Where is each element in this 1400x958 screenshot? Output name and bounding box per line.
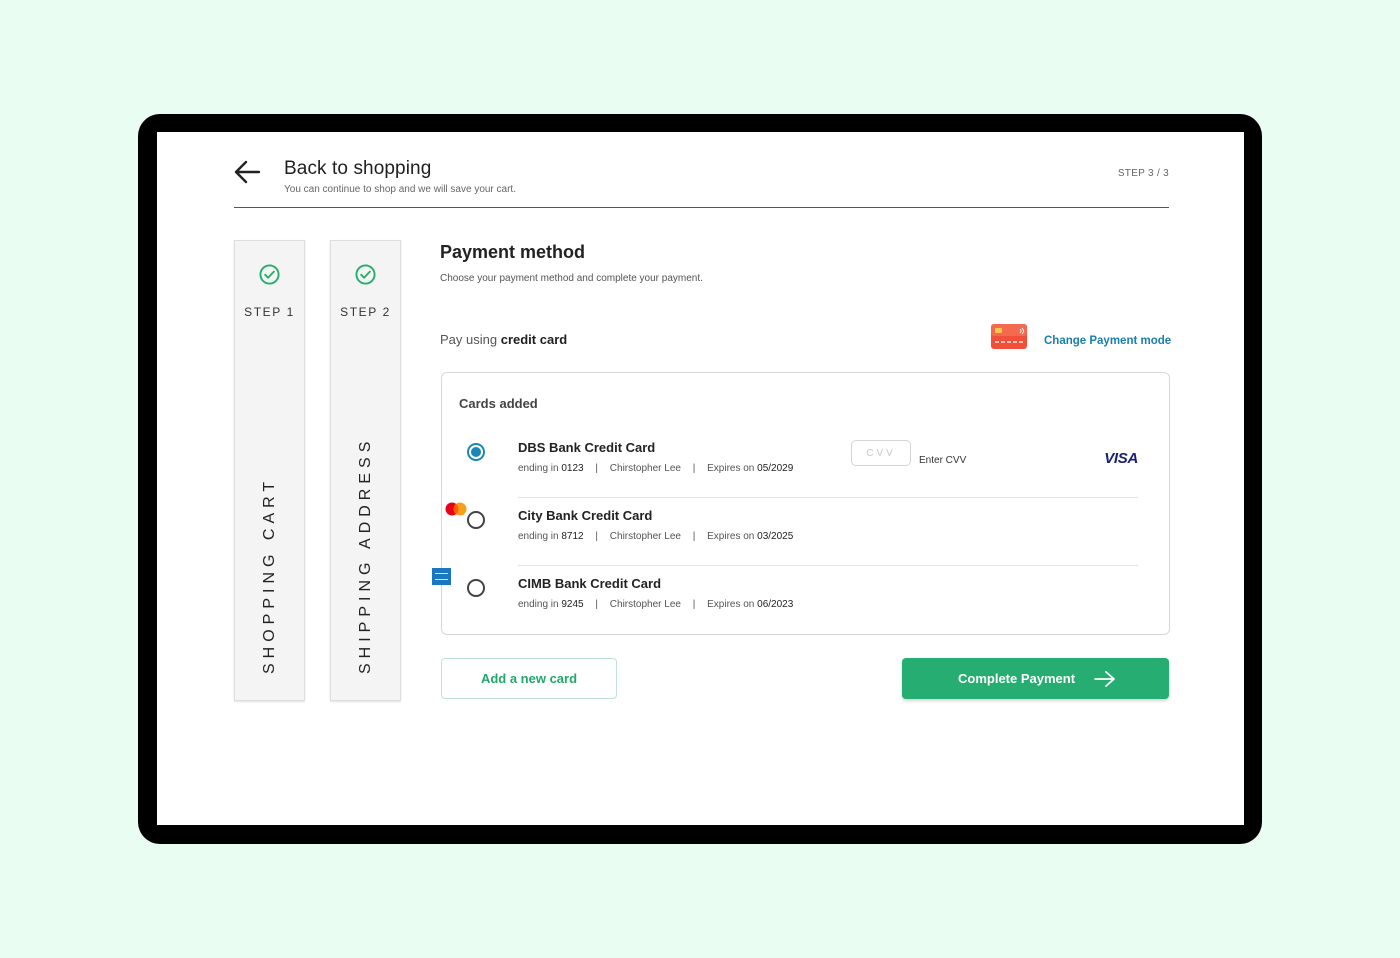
separator: | (595, 463, 599, 474)
card-radio-cimb[interactable] (467, 579, 485, 597)
check-circle-icon (259, 264, 280, 285)
expires-label: Expires on (707, 599, 755, 610)
card-expiry: 06/2023 (757, 599, 794, 610)
step-title: SHIPPING ADDRESS (356, 436, 374, 674)
cards-added-panel: Cards added DBS Bank Credit Card ending … (432, 372, 1170, 635)
back-arrow-icon[interactable] (233, 158, 261, 186)
separator: | (692, 463, 696, 474)
cvv-input[interactable] (851, 440, 911, 466)
separator: | (595, 531, 599, 542)
visa-logo-icon: VISA (1104, 450, 1138, 467)
pay-using-text: Pay using credit card (440, 332, 567, 347)
arrow-right-icon (1094, 671, 1115, 687)
enter-cvv-label: Enter CVV (919, 455, 967, 466)
card-radio-citybank[interactable] (467, 511, 485, 529)
card-ending: 9245 (561, 599, 584, 610)
card-row-citybank[interactable]: City Bank Credit Card ending in 8712 | C… (442, 498, 1169, 566)
card-ending: 0123 (561, 463, 584, 474)
amex-logo-icon (432, 568, 451, 585)
mastercard-logo-icon (445, 502, 467, 516)
back-to-shopping-link[interactable]: Back to shopping (284, 158, 431, 180)
card-holder: Chirstopher Lee (609, 531, 681, 542)
card-holder: Chirstopher Lee (609, 599, 681, 610)
complete-payment-button[interactable]: Complete Payment (902, 658, 1169, 699)
back-subtitle: You can continue to shop and we will sav… (284, 184, 516, 195)
step-label: STEP 1 (244, 305, 295, 319)
header-divider (234, 207, 1169, 208)
card-details: ending in 9245 | Chirstopher Lee | Expir… (518, 599, 793, 610)
card-expiry: 03/2025 (757, 531, 794, 542)
separator: | (595, 599, 599, 610)
credit-card-icon (991, 324, 1027, 349)
card-expiry: 05/2029 (757, 463, 794, 474)
card-row-cimb[interactable]: CIMB Bank Credit Card ending in 9245 | C… (432, 566, 1169, 634)
expires-label: Expires on (707, 531, 755, 542)
separator: | (692, 599, 696, 610)
complete-payment-label: Complete Payment (958, 671, 1076, 686)
ending-label: ending in (518, 599, 559, 610)
pay-using-method: credit card (500, 332, 568, 347)
card-name: DBS Bank Credit Card (518, 440, 656, 455)
step-tab-shipping-address[interactable]: STEP 2 SHIPPING ADDRESS (330, 240, 401, 701)
step-tab-shopping-cart[interactable]: STEP 1 SHOPPING CART (234, 240, 305, 701)
step-label: STEP 2 (340, 305, 391, 319)
card-radio-dbs[interactable] (467, 443, 485, 461)
card-name: CIMB Bank Credit Card (518, 576, 662, 591)
ending-label: ending in (518, 463, 559, 474)
device-frame: Back to shopping You can continue to sho… (138, 114, 1262, 844)
expires-label: Expires on (707, 463, 755, 474)
cards-added-title: Cards added (459, 396, 538, 411)
pay-using-prefix: Pay using (440, 332, 498, 347)
page-title: Payment method (440, 242, 586, 262)
add-new-card-button[interactable]: Add a new card (441, 658, 617, 699)
checkout-screen: Back to shopping You can continue to sho… (157, 132, 1244, 825)
card-details: ending in 8712 | Chirstopher Lee | Expir… (518, 531, 793, 542)
change-payment-mode-link[interactable]: Change Payment mode (1044, 335, 1171, 347)
card-details: ending in 0123 | Chirstopher Lee | Expir… (518, 463, 793, 474)
card-name: City Bank Credit Card (518, 508, 653, 523)
step-counter: STEP 3 / 3 (1117, 168, 1169, 179)
ending-label: ending in (518, 531, 559, 542)
check-circle-icon (355, 264, 376, 285)
step-title: SHOPPING CART (260, 476, 278, 674)
card-holder: Chirstopher Lee (609, 463, 681, 474)
card-ending: 8712 (561, 531, 584, 542)
page-subtitle: Choose your payment method and complete … (440, 273, 703, 284)
separator: | (692, 531, 696, 542)
card-row-dbs[interactable]: DBS Bank Credit Card ending in 0123 | Ch… (442, 430, 1169, 498)
